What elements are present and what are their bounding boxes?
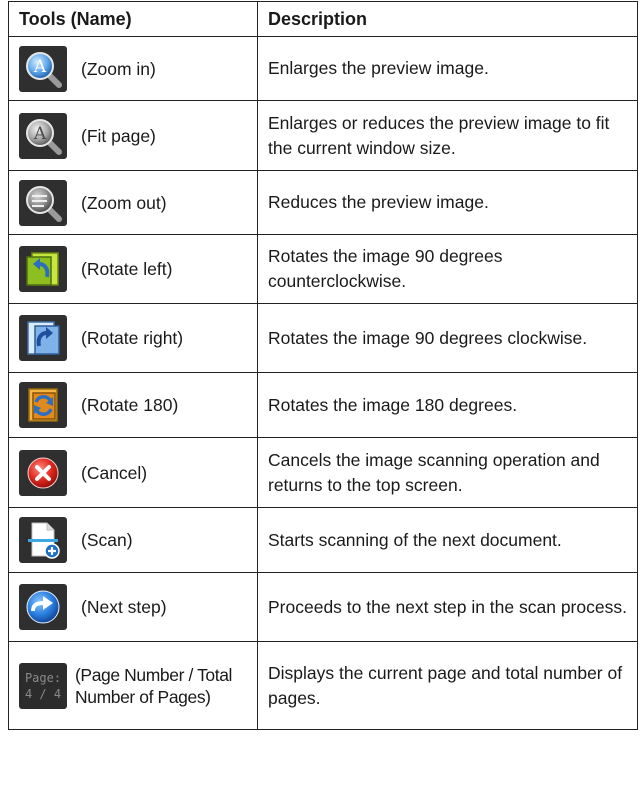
rotate-right-icon xyxy=(19,315,67,361)
next-step-icon xyxy=(19,584,67,630)
page-icon-value: 4 / 4 xyxy=(24,686,62,701)
page-number-icon: Page: 4 / 4 xyxy=(19,662,67,709)
table-row: (Next step) Proceeds to the next step in… xyxy=(8,572,638,642)
tool-description: Proceeds to the next step in the scan pr… xyxy=(257,572,638,642)
tool-name: (Rotate 180) xyxy=(81,395,179,415)
tool-name: (Cancel) xyxy=(81,462,148,483)
table-row: Page: 4 / 4 (Page Number / Total Number … xyxy=(8,641,638,730)
scan-icon xyxy=(19,517,67,563)
fit-page-icon: A xyxy=(19,112,67,159)
tool-description: Starts scanning of the next document. xyxy=(257,507,638,573)
tool-name-cell: (Cancel) xyxy=(8,437,258,508)
tool-name: (Fit page) xyxy=(81,125,156,146)
zoom-in-icon: A xyxy=(19,45,67,92)
tool-name-cell: (Rotate left) xyxy=(8,234,258,304)
tool-description: Cancels the image scanning operation and… xyxy=(257,437,638,508)
page-icon-label: Page: xyxy=(24,670,62,685)
tool-name-cell: (Rotate right) xyxy=(8,303,258,373)
tool-name: (Zoom out) xyxy=(81,192,167,213)
svg-text:A: A xyxy=(33,57,47,77)
tool-name: (Zoom in) xyxy=(81,58,156,79)
tool-name-cell: A (Zoom in) xyxy=(8,36,258,101)
tool-name-cell: (Next step) xyxy=(8,572,258,642)
svg-text:A: A xyxy=(33,124,47,144)
table-row: A (Fit page) Enlarges or reduces the pre… xyxy=(8,100,638,171)
tool-description: Enlarges or reduces the preview image to… xyxy=(257,100,638,171)
table-row: (Zoom out) Reduces the preview image. xyxy=(8,170,638,235)
table-row: (Cancel) Cancels the image scanning oper… xyxy=(8,437,638,508)
header-description: Description xyxy=(257,1,638,37)
zoom-out-icon xyxy=(19,179,67,226)
tool-description: Displays the current page and total numb… xyxy=(257,641,638,730)
table-row: (Rotate right) Rotates the image 90 degr… xyxy=(8,303,638,373)
tool-description: Enlarges the preview image. xyxy=(257,36,638,101)
tool-name-cell: (Rotate 180) xyxy=(8,372,258,438)
tools-table: Tools (Name) Description A (Zoom in) Enl… xyxy=(8,1,638,730)
tool-description: Rotates the image 90 degrees clockwise. xyxy=(257,303,638,373)
tool-name-cell: A (Fit page) xyxy=(8,100,258,171)
table-row: A (Zoom in) Enlarges the preview image. xyxy=(8,36,638,101)
tool-name-cell: (Zoom out) xyxy=(8,170,258,235)
tool-name: (Scan) xyxy=(81,530,133,550)
table-row: (Rotate 180) Rotates the image 180 degre… xyxy=(8,372,638,438)
tool-description: Rotates the image 90 degrees countercloc… xyxy=(257,234,638,304)
tool-name: (Rotate right) xyxy=(81,328,184,348)
header-tools-name: Tools (Name) xyxy=(8,1,258,37)
tool-name-cell: (Scan) xyxy=(8,507,258,573)
rotate-left-icon xyxy=(19,246,67,292)
tool-description: Reduces the preview image. xyxy=(257,170,638,235)
table-row: (Rotate left) Rotates the image 90 degre… xyxy=(8,234,638,304)
cancel-icon xyxy=(19,449,67,496)
rotate-180-icon xyxy=(19,382,67,428)
tool-name: (Page Number / Total Number of Pages) xyxy=(75,664,233,707)
tool-name: (Next step) xyxy=(81,597,167,617)
tool-name: (Rotate left) xyxy=(81,259,173,279)
table-row: (Scan) Starts scanning of the next docum… xyxy=(8,507,638,573)
tool-description: Rotates the image 180 degrees. xyxy=(257,372,638,438)
tool-name-cell: Page: 4 / 4 (Page Number / Total Number … xyxy=(8,641,258,730)
table-header-row: Tools (Name) Description xyxy=(8,1,638,37)
